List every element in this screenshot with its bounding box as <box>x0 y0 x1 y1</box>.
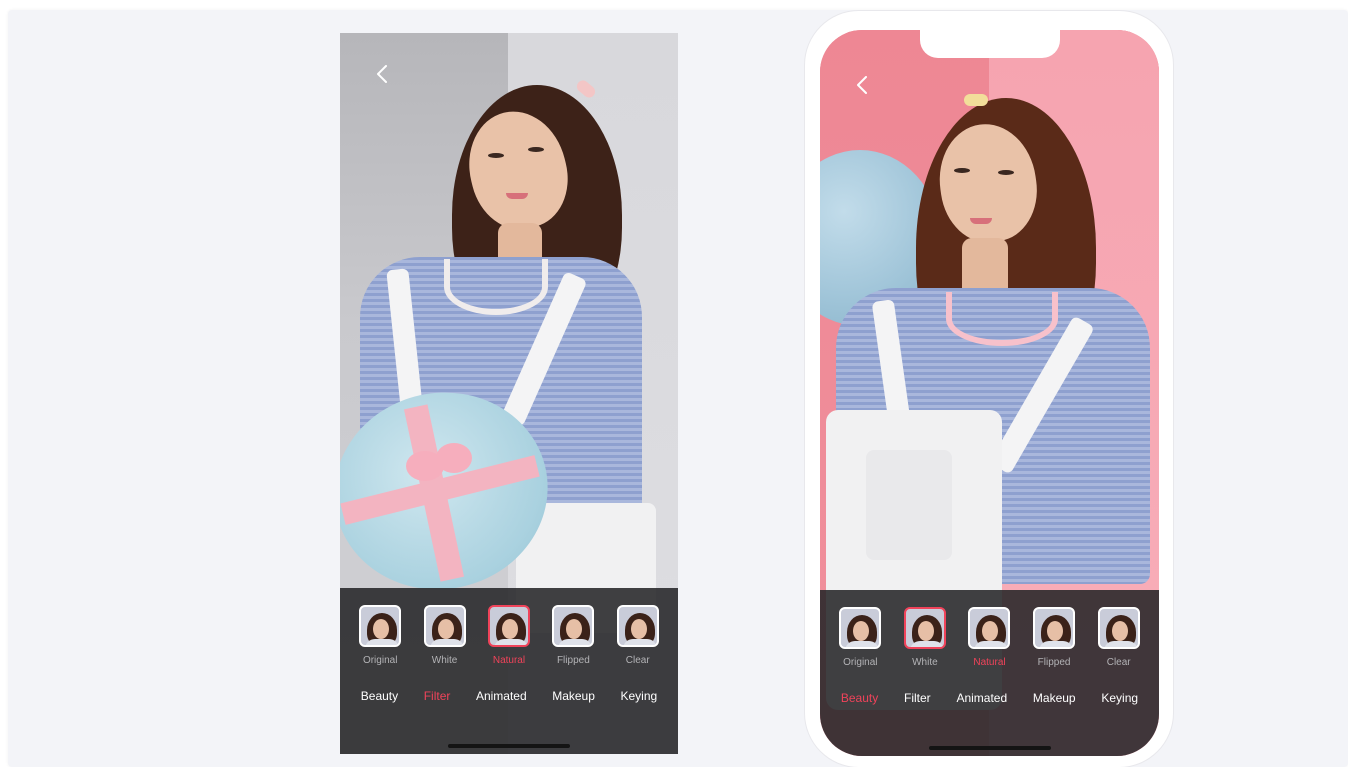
filter-label: Flipped <box>556 655 590 666</box>
filter-label: Clear <box>1106 657 1131 668</box>
tab-keying[interactable]: Keying <box>1101 691 1138 705</box>
filter-thumbnail <box>552 605 595 647</box>
filter-label: Natural <box>973 657 1006 668</box>
left-phone-screen: Original White Natural Flipped Clear Bea… <box>340 33 678 754</box>
filter-option-flipped[interactable]: Flipped <box>544 605 602 666</box>
tab-animated[interactable]: Animated <box>476 689 527 703</box>
filter-label: Clear <box>625 655 650 666</box>
filter-thumbnail <box>1033 607 1076 649</box>
tab-keying[interactable]: Keying <box>620 689 657 703</box>
back-button[interactable] <box>371 63 393 85</box>
filter-option-natural[interactable]: Natural <box>960 607 1018 668</box>
home-indicator <box>448 744 570 748</box>
filter-label: Flipped <box>1037 657 1071 668</box>
chevron-left-icon <box>377 65 387 83</box>
filter-thumbnail <box>423 605 466 647</box>
filter-option-original[interactable]: Original <box>831 607 889 668</box>
filter-option-flipped[interactable]: Flipped <box>1025 607 1083 668</box>
filter-strip: Original White Natural Flipped Clear <box>340 605 678 666</box>
filter-option-white[interactable]: White <box>896 607 954 668</box>
filter-strip: Original White Natural Flipped Clear <box>820 607 1159 668</box>
back-button[interactable] <box>851 74 873 96</box>
filter-thumbnail-selected <box>487 605 530 647</box>
tab-makeup[interactable]: Makeup <box>552 689 595 703</box>
filter-label: Natural <box>492 655 526 666</box>
filter-label: White <box>912 657 938 668</box>
effect-tabs: Beauty Filter Animated Makeup Keying <box>340 689 678 703</box>
effects-panel: Original White Natural Flipped Clear Bea… <box>340 588 678 754</box>
home-indicator <box>928 746 1051 750</box>
filter-thumbnail <box>968 607 1011 649</box>
phone-notch <box>920 20 1060 58</box>
tab-animated[interactable]: Animated <box>956 691 1007 705</box>
filter-label: White <box>431 655 458 666</box>
filter-thumbnail <box>359 605 402 647</box>
tab-makeup[interactable]: Makeup <box>1033 691 1076 705</box>
chevron-left-icon <box>857 76 867 94</box>
tab-filter[interactable]: Filter <box>904 691 931 705</box>
filter-option-clear[interactable]: Clear <box>1090 607 1148 668</box>
filter-option-original[interactable]: Original <box>351 605 409 666</box>
filter-thumbnail <box>839 607 882 649</box>
filter-thumbnail <box>1097 607 1140 649</box>
filter-label: Original <box>843 657 878 668</box>
effects-panel: Original White Natural Flipped Clear Bea… <box>820 590 1159 756</box>
right-phone-screen: Original White Natural Flipped Clear Bea… <box>820 30 1159 756</box>
page-canvas: Original White Natural Flipped Clear Bea… <box>8 10 1348 767</box>
filter-label: Original <box>362 655 398 666</box>
filter-option-natural[interactable]: Natural <box>480 605 538 666</box>
filter-option-clear[interactable]: Clear <box>609 605 667 666</box>
tab-beauty[interactable]: Beauty <box>841 691 878 705</box>
filter-thumbnail-selected <box>903 607 946 649</box>
filter-option-white[interactable]: White <box>416 605 474 666</box>
effect-tabs: Beauty Filter Animated Makeup Keying <box>820 691 1159 705</box>
filter-thumbnail <box>616 605 659 647</box>
tab-filter[interactable]: Filter <box>424 689 451 703</box>
tab-beauty[interactable]: Beauty <box>361 689 398 703</box>
